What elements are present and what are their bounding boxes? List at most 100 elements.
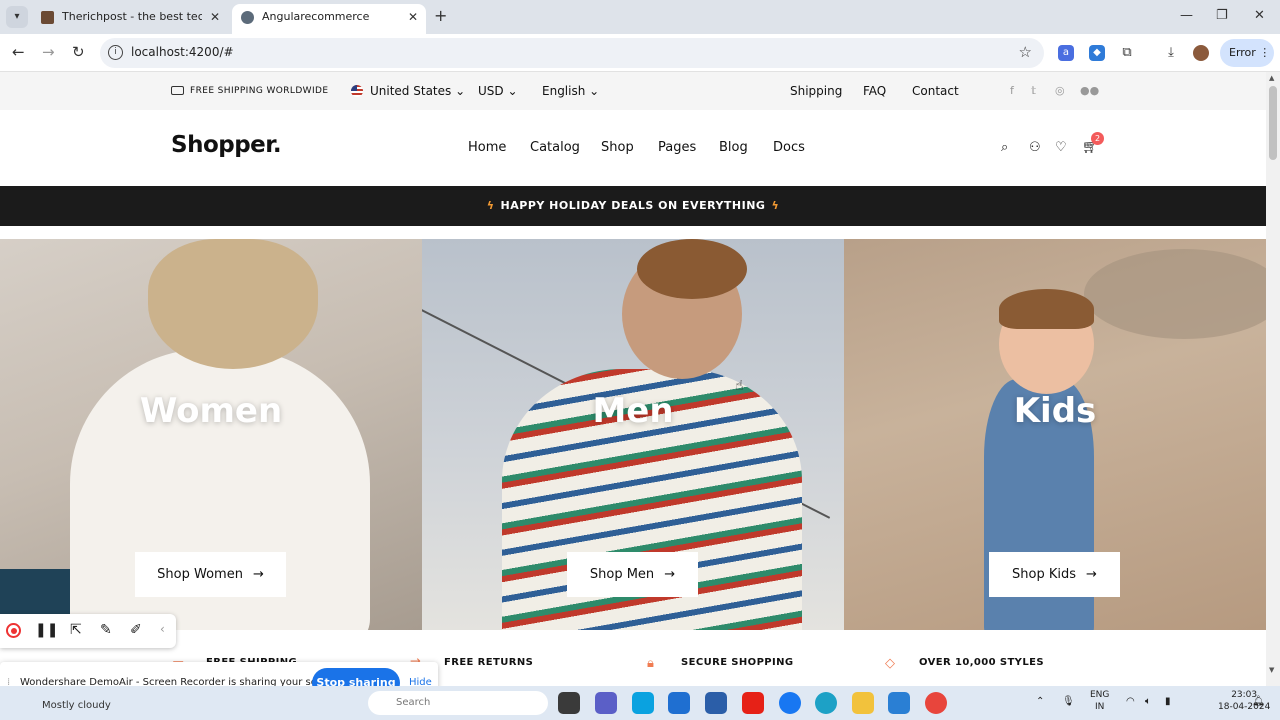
men-photo-hair bbox=[637, 239, 747, 299]
lightning-icon: ϟ bbox=[771, 199, 780, 212]
panel-title-women: Women bbox=[139, 391, 283, 431]
shop-women-label: Shop Women bbox=[157, 567, 243, 582]
lang-code: ENG bbox=[1090, 690, 1110, 700]
reload-icon[interactable]: ↻ bbox=[72, 43, 85, 61]
input-language[interactable]: ENG IN bbox=[1090, 689, 1109, 713]
windows-taskbar: Mostly cloudy Search ⌃ 🎙︎ ENG IN ◠ 🔈︎ ▮ 2… bbox=[0, 686, 1280, 720]
shield-extension-icon[interactable]: ◆ bbox=[1089, 45, 1105, 61]
scrollbar-thumb[interactable] bbox=[1269, 86, 1277, 160]
battery-icon[interactable]: ▮ bbox=[1165, 696, 1171, 707]
highlighter-icon[interactable]: ✐ bbox=[130, 622, 142, 638]
address-bar[interactable]: i localhost:4200/# ☆ bbox=[100, 38, 1044, 68]
site-info-icon[interactable]: i bbox=[108, 45, 123, 60]
extensions-puzzle-icon[interactable]: ⧉ bbox=[1119, 45, 1135, 61]
new-tab-button[interactable]: + bbox=[434, 6, 447, 25]
pen-icon[interactable]: ✎ bbox=[100, 622, 112, 638]
profile-avatar[interactable] bbox=[1193, 45, 1209, 61]
language-label: English bbox=[542, 84, 586, 98]
medium-icon[interactable]: ●● bbox=[1080, 84, 1099, 97]
task-view-icon[interactable] bbox=[558, 692, 580, 714]
us-flag-icon bbox=[351, 85, 363, 97]
close-tab-icon[interactable]: ✕ bbox=[210, 4, 220, 30]
vscode-icon[interactable] bbox=[888, 692, 910, 714]
site-logo[interactable]: Shopper. bbox=[171, 132, 282, 158]
skype-icon[interactable] bbox=[632, 692, 654, 714]
minimize-icon[interactable]: — bbox=[1180, 8, 1193, 23]
language-selector[interactable]: English ⌄ bbox=[542, 84, 599, 98]
browser-tab-therichpost[interactable]: Therichpost - the best tech an ✕ bbox=[32, 4, 228, 34]
globe-icon bbox=[241, 11, 254, 24]
nav-blog[interactable]: Blog bbox=[719, 140, 748, 155]
extension-a-icon[interactable]: a bbox=[1058, 45, 1074, 61]
heart-icon[interactable]: ♡ bbox=[1055, 140, 1067, 155]
close-tab-icon[interactable]: ✕ bbox=[408, 4, 418, 30]
notifications-icon[interactable]: 🔔︎ bbox=[1252, 696, 1265, 707]
shop-kids-button[interactable]: Shop Kids → bbox=[989, 552, 1120, 597]
scroll-down-icon[interactable]: ▼ bbox=[1269, 666, 1274, 674]
hero-panel-kids[interactable]: Kids Shop Kids → bbox=[844, 239, 1266, 630]
country-selector[interactable]: United States ⌄ bbox=[370, 84, 465, 98]
chrome-icon[interactable] bbox=[925, 692, 947, 714]
promo-banner: ϟ HAPPY HOLIDAY DEALS ON EVERYTHING ϟ bbox=[0, 186, 1266, 226]
shop-men-button[interactable]: Shop Men → bbox=[567, 552, 698, 597]
search-icon[interactable]: ⌕ bbox=[1001, 140, 1008, 155]
contact-link[interactable]: Contact bbox=[912, 84, 959, 98]
file-explorer-icon[interactable] bbox=[852, 692, 874, 714]
pause-icon[interactable]: ❚❚ bbox=[35, 622, 58, 638]
lock-icon: 🔒︎ bbox=[647, 656, 654, 671]
weather-status[interactable]: Mostly cloudy bbox=[42, 700, 111, 711]
arrow-right-icon: → bbox=[664, 567, 676, 582]
edge-icon[interactable] bbox=[815, 692, 837, 714]
record-icon[interactable] bbox=[6, 623, 21, 638]
collapse-icon[interactable]: ‹ bbox=[160, 622, 165, 636]
shipping-link[interactable]: Shipping bbox=[790, 84, 842, 98]
facebook-app-icon[interactable] bbox=[779, 692, 801, 714]
women-photo-hair bbox=[148, 239, 318, 369]
shop-kids-label: Shop Kids bbox=[1012, 567, 1077, 582]
faq-link[interactable]: FAQ bbox=[863, 84, 886, 98]
url-text[interactable]: localhost:4200/# bbox=[131, 45, 234, 59]
bookmark-star-icon[interactable]: ☆ bbox=[1019, 43, 1032, 61]
nav-catalog[interactable]: Catalog bbox=[530, 140, 580, 155]
recorder-toolbar: ❚❚ ⇱ ✎ ✐ ‹ bbox=[0, 614, 176, 648]
user-icon[interactable]: ⚇ bbox=[1029, 140, 1041, 155]
nav-shop[interactable]: Shop bbox=[601, 140, 634, 155]
twitter-icon[interactable]: 𝕥 bbox=[1031, 84, 1036, 97]
tray-overflow-icon[interactable]: ⌃ bbox=[1036, 696, 1044, 707]
store-icon[interactable] bbox=[705, 692, 727, 714]
tab-search-button[interactable]: ▾ bbox=[6, 6, 28, 28]
hero-panel-women[interactable]: Women Shop Women → bbox=[0, 239, 422, 630]
feature-secure-shopping: SECURE SHOPPING bbox=[681, 657, 794, 668]
free-shipping-note: FREE SHIPPING WORLDWIDE bbox=[190, 86, 329, 96]
nav-home[interactable]: Home bbox=[468, 140, 506, 155]
teams-icon[interactable] bbox=[595, 692, 617, 714]
downloads-icon[interactable]: ⤓ bbox=[1163, 45, 1179, 61]
close-window-icon[interactable]: ✕ bbox=[1254, 8, 1265, 23]
wifi-icon[interactable]: ◠ bbox=[1126, 696, 1135, 707]
panel-title-men: Men bbox=[592, 391, 674, 431]
microphone-icon[interactable]: 🎙︎ bbox=[1062, 696, 1075, 707]
restore-icon[interactable]: ❐ bbox=[1216, 8, 1228, 23]
search-placeholder: Search bbox=[396, 697, 431, 708]
promo-message: ϟ HAPPY HOLIDAY DEALS ON EVERYTHING ϟ bbox=[0, 199, 1266, 212]
page-scrollbar[interactable]: ▲ ▼ bbox=[1266, 72, 1280, 686]
currency-selector[interactable]: USD ⌄ bbox=[478, 84, 518, 98]
youtube-icon[interactable] bbox=[742, 692, 764, 714]
forward-icon[interactable]: → bbox=[42, 43, 55, 61]
shop-women-button[interactable]: Shop Women → bbox=[135, 552, 286, 597]
error-button[interactable]: Error ⋮ bbox=[1220, 39, 1274, 67]
browser-tab-angularecommerce[interactable]: Angularecommerce ✕ bbox=[232, 4, 426, 34]
instagram-icon[interactable]: ◎ bbox=[1055, 84, 1065, 97]
nav-pages[interactable]: Pages bbox=[658, 140, 696, 155]
back-icon[interactable]: ← bbox=[12, 43, 25, 61]
mail-icon[interactable] bbox=[668, 692, 690, 714]
pointer-icon[interactable]: ⇱ bbox=[70, 622, 82, 638]
nav-docs[interactable]: Docs bbox=[773, 140, 805, 155]
volume-icon[interactable]: 🔈︎ bbox=[1145, 696, 1151, 707]
hero-panel-men[interactable]: Men Shop Men → bbox=[422, 239, 844, 630]
facebook-icon[interactable]: f bbox=[1010, 84, 1014, 97]
scroll-up-icon[interactable]: ▲ bbox=[1269, 74, 1274, 82]
taskbar-search[interactable]: Search bbox=[368, 691, 548, 715]
lightning-icon: ϟ bbox=[486, 199, 495, 212]
browser-toolbar: ← → ↻ i localhost:4200/# ☆ a ◆ ⧉ ⤓ Error… bbox=[0, 34, 1280, 72]
